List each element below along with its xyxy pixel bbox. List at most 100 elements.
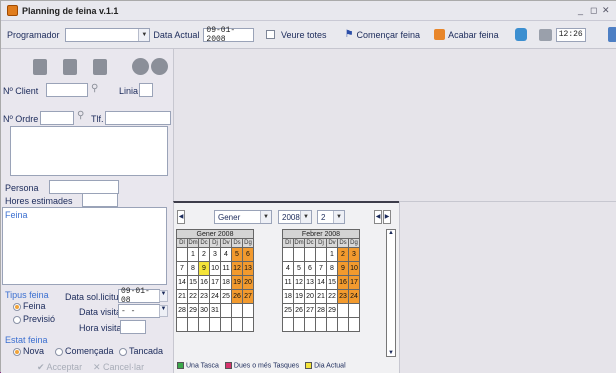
calendar-day-cell[interactable]: 7 — [315, 261, 327, 276]
calendar-day-cell[interactable]: 15 — [187, 275, 199, 290]
printer-icon[interactable] — [538, 28, 552, 41]
calendar-day-cell[interactable]: 29 — [187, 303, 199, 318]
calendar-day-cell[interactable]: 3 — [348, 247, 360, 262]
calendar-day-cell[interactable]: 13 — [242, 261, 254, 276]
data-sol-field[interactable]: 09-01-08 — [118, 287, 160, 305]
scroll-down-icon[interactable]: ▼ — [387, 350, 395, 356]
cancelar-button[interactable]: ✕ Cancel·lar — [93, 362, 144, 373]
hores-field[interactable] — [82, 193, 118, 207]
estat-tancada-radio[interactable]: Tancada — [119, 346, 163, 356]
edit-document-icon[interactable] — [63, 59, 77, 75]
calendar-day-cell[interactable]: 12 — [231, 261, 243, 276]
calendar-day-cell[interactable]: 20 — [304, 289, 316, 304]
calendar-day-cell[interactable]: 1 — [326, 247, 338, 262]
refresh-icon[interactable] — [514, 28, 527, 41]
calendar-day-cell[interactable]: 28 — [176, 303, 188, 318]
calendar-day-cell[interactable]: 6 — [242, 247, 254, 262]
chevron-down-icon[interactable]: ▼ — [333, 211, 344, 223]
new-document-icon[interactable] — [33, 59, 47, 75]
maximize-icon[interactable]: ◻ — [590, 5, 597, 16]
calendar-day-cell[interactable]: 9 — [198, 261, 210, 276]
ordre-field[interactable] — [40, 111, 74, 125]
calendar-day-cell[interactable]: 1 — [187, 247, 199, 262]
chevron-down-icon[interactable]: ▼ — [138, 28, 150, 41]
calendar-day-cell[interactable]: 3 — [209, 247, 221, 262]
calendar-day-cell[interactable]: 25 — [220, 289, 232, 304]
calendar-scrollbar[interactable]: ▲ ▼ — [386, 229, 396, 357]
comencar-feina-button[interactable]: ⚑ Començar feina — [345, 29, 421, 40]
calendar-day-cell[interactable]: 14 — [315, 275, 327, 290]
data-visita-field[interactable]: - - — [118, 304, 160, 318]
chevron-down-icon[interactable]: ▼ — [159, 290, 168, 302]
calendar-day-cell[interactable]: 14 — [176, 275, 188, 290]
calendar-day-cell[interactable]: 17 — [348, 275, 360, 290]
calendar-day-cell[interactable]: 21 — [315, 289, 327, 304]
data-actual-field[interactable]: 09-01-2008 — [203, 26, 255, 44]
delete-document-icon[interactable] — [93, 59, 107, 75]
year-select[interactable]: 2008 ▼ — [278, 210, 312, 224]
tipus-previsio-radio[interactable]: Previsió — [13, 314, 55, 324]
previous-circle-icon[interactable] — [132, 58, 149, 75]
calendar-day-cell[interactable]: 4 — [282, 261, 294, 276]
calendar-day-cell[interactable]: 22 — [326, 289, 338, 304]
calendar-day-cell[interactable]: 10 — [348, 261, 360, 276]
calendar-day-cell[interactable]: 26 — [231, 289, 243, 304]
radio-icon[interactable] — [119, 347, 127, 356]
calendar-day-cell[interactable]: 9 — [337, 261, 349, 276]
exit-door-icon[interactable] — [607, 27, 616, 42]
calendar-day-cell[interactable]: 21 — [176, 289, 188, 304]
month-select[interactable]: Gener ▼ — [214, 210, 272, 224]
persona-field[interactable] — [49, 180, 119, 194]
address-textarea[interactable] — [10, 126, 168, 176]
month-count-select[interactable]: 2 ▼ — [317, 210, 345, 224]
calendar-day-cell[interactable]: 7 — [176, 261, 188, 276]
calendar-day-cell[interactable]: 10 — [209, 261, 221, 276]
linia-field[interactable] — [139, 83, 153, 97]
calendar-day-cell[interactable]: 8 — [187, 261, 199, 276]
estat-comencada-radio[interactable]: Començada — [55, 346, 114, 356]
estat-nova-radio[interactable]: Nova — [13, 346, 44, 356]
calendar-day-cell[interactable]: 26 — [293, 303, 305, 318]
calendar-day-cell[interactable]: 5 — [231, 247, 243, 262]
feina-textarea[interactable]: Feina — [2, 207, 167, 285]
calendar-day-cell[interactable]: 23 — [198, 289, 210, 304]
calendar-day-cell[interactable]: 28 — [315, 303, 327, 318]
close-icon[interactable]: ✕ — [602, 5, 610, 16]
calendar-back-button[interactable]: ◀ — [374, 210, 382, 224]
calendar-next-button[interactable]: ▶ — [383, 210, 391, 224]
calendar-prev-button[interactable]: ◀ — [177, 210, 185, 224]
calendar-day-cell[interactable]: 12 — [293, 275, 305, 290]
radio-icon[interactable] — [13, 302, 21, 311]
calendar-day-cell[interactable]: 20 — [242, 275, 254, 290]
tipus-feina-radio[interactable]: Feina — [13, 301, 46, 311]
checkbox-icon[interactable] — [266, 30, 276, 39]
time-field[interactable]: 12:26 — [555, 27, 586, 42]
calendar-day-cell[interactable]: 6 — [304, 261, 316, 276]
calendar-day-cell[interactable]: 18 — [282, 289, 294, 304]
minimize-icon[interactable]: _ — [578, 5, 583, 15]
calendar-day-cell[interactable]: 2 — [337, 247, 349, 262]
calendar-day-cell[interactable]: 16 — [337, 275, 349, 290]
calendar-day-cell[interactable]: 31 — [209, 303, 221, 318]
scroll-up-icon[interactable]: ▲ — [387, 230, 395, 236]
radio-icon[interactable] — [13, 315, 21, 324]
calendar-day-cell[interactable]: 24 — [209, 289, 221, 304]
calendar-day-cell[interactable]: 27 — [304, 303, 316, 318]
next-circle-icon[interactable] — [151, 58, 168, 75]
calendar-day-cell[interactable]: 27 — [242, 289, 254, 304]
radio-icon[interactable] — [13, 347, 21, 356]
calendar-day-cell[interactable]: 29 — [326, 303, 338, 318]
hora-visita-field[interactable] — [120, 320, 146, 334]
calendar-day-cell[interactable]: 18 — [220, 275, 232, 290]
calendar-day-cell[interactable]: 17 — [209, 275, 221, 290]
client-field[interactable] — [46, 83, 88, 97]
chevron-down-icon[interactable]: ▼ — [260, 211, 271, 223]
calendar-day-cell[interactable]: 19 — [231, 275, 243, 290]
calendar-day-cell[interactable]: 16 — [198, 275, 210, 290]
chevron-down-icon[interactable]: ▼ — [300, 211, 311, 223]
calendar-day-cell[interactable]: 24 — [348, 289, 360, 304]
calendar-day-cell[interactable]: 25 — [282, 303, 294, 318]
calendar-day-cell[interactable]: 15 — [326, 275, 338, 290]
tlf-field[interactable] — [105, 111, 171, 125]
chevron-down-icon[interactable]: ▼ — [159, 305, 168, 317]
